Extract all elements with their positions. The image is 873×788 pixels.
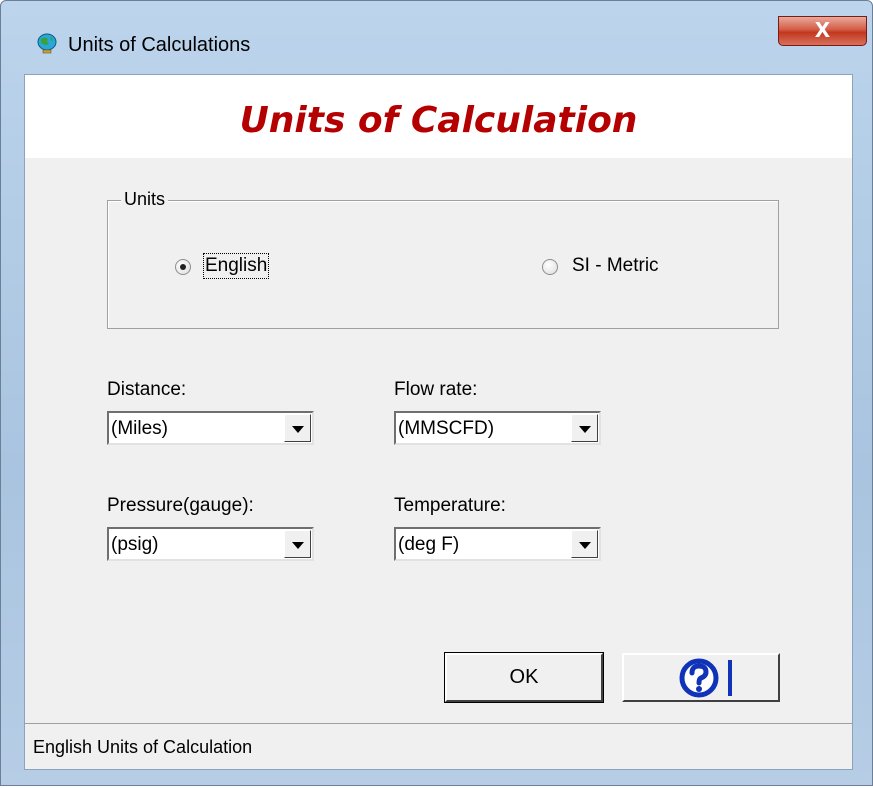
english-radio[interactable] (175, 259, 191, 275)
flow-rate-select[interactable]: (MMSCFD) (394, 411, 601, 445)
status-bar: English Units of Calculation (25, 723, 852, 769)
header-band: Units of Calculation (25, 75, 852, 158)
distance-label: Distance: (107, 379, 187, 400)
globe-app-icon (37, 33, 57, 54)
chevron-down-icon[interactable] (284, 530, 311, 558)
temperature-select[interactable]: (deg F) (394, 527, 601, 561)
flow-rate-label: Flow rate: (394, 379, 478, 400)
pressure-select[interactable]: (psig) (107, 527, 314, 561)
help-button[interactable] (622, 653, 780, 702)
ok-button[interactable]: OK (445, 653, 603, 702)
window-title: Units of Calculations (68, 34, 251, 56)
english-radio-label[interactable]: English (202, 253, 270, 279)
page-title: Units of Calculation (239, 100, 638, 141)
chevron-down-icon[interactable] (571, 530, 598, 558)
si-metric-radio-label[interactable]: SI - Metric (572, 255, 659, 277)
ok-button-label: OK (509, 666, 539, 688)
temperature-label: Temperature: (394, 495, 506, 516)
close-button[interactable]: X (778, 16, 867, 46)
chevron-down-icon[interactable] (284, 414, 311, 442)
dialog-client-area: Units of Calculation Units English SI - … (24, 74, 853, 770)
flow-rate-value: (MMSCFD) (398, 418, 495, 439)
question-mark-icon (679, 658, 732, 698)
close-icon: X (814, 18, 831, 42)
window-frame: Units of Calculations X Units of Calcula… (0, 0, 873, 786)
si-metric-radio[interactable] (542, 259, 558, 275)
temperature-value: (deg F) (398, 534, 460, 555)
pressure-value: (psig) (111, 534, 159, 555)
pressure-label: Pressure(gauge): (107, 495, 254, 516)
title-bar[interactable]: Units of Calculations (1, 1, 873, 56)
units-group-label: Units (121, 189, 169, 210)
status-text: English Units of Calculation (33, 737, 253, 757)
distance-value: (Miles) (111, 418, 168, 439)
chevron-down-icon[interactable] (571, 414, 598, 442)
distance-select[interactable]: (Miles) (107, 411, 314, 445)
